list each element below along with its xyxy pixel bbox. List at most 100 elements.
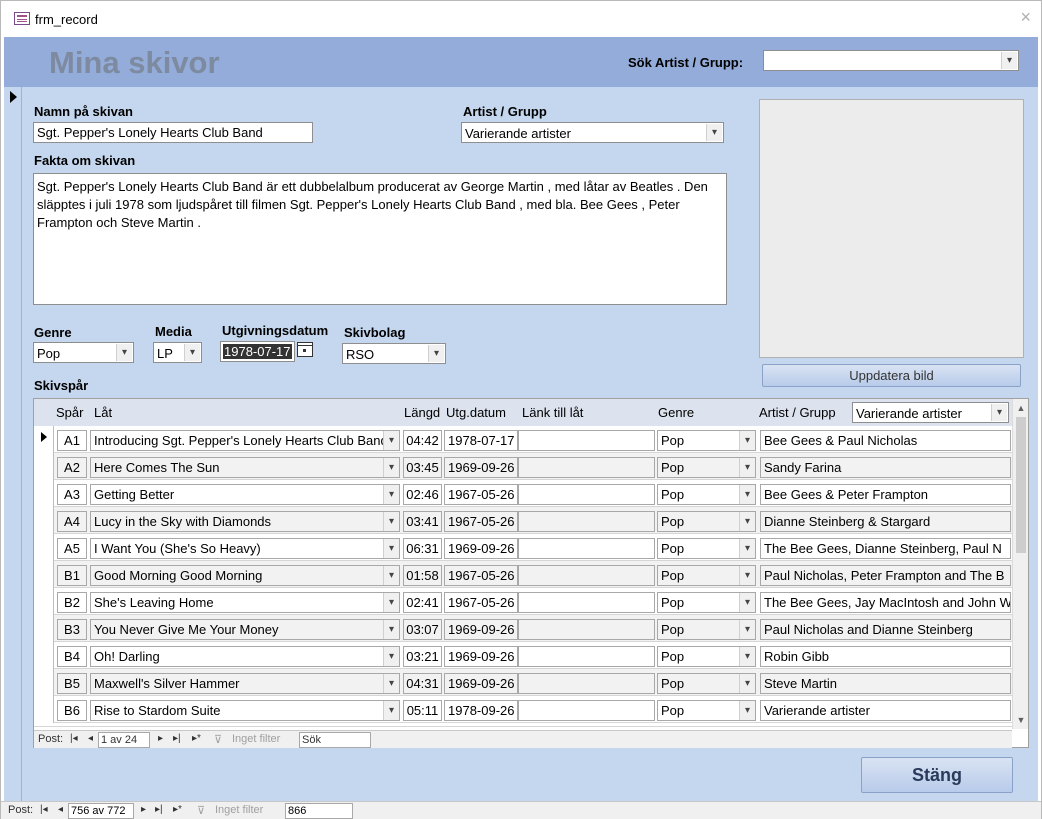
song-link-cell[interactable] xyxy=(518,565,655,586)
mainnav-position[interactable]: 756 av 772 xyxy=(68,803,134,819)
subnav-filter-label[interactable]: Inget filter xyxy=(232,733,280,745)
song-title-cell[interactable]: Maxwell's Silver Hammer ▾ xyxy=(90,673,400,694)
track-number-cell[interactable]: B6 xyxy=(57,700,87,721)
track-number-cell[interactable]: B2 xyxy=(57,592,87,613)
song-title-cell[interactable]: Rise to Stardom Suite ▾ xyxy=(90,700,400,721)
row-selector[interactable] xyxy=(34,642,54,669)
song-release-date-cell[interactable]: 1969-09-26 xyxy=(444,538,518,559)
song-length-cell[interactable]: 04:31 xyxy=(403,673,442,694)
mainnav-search-field[interactable]: 866 xyxy=(285,803,353,819)
record-label-combo[interactable]: RSO ▾ xyxy=(342,343,446,364)
row-selector[interactable] xyxy=(34,696,54,723)
song-link-cell[interactable] xyxy=(518,619,655,640)
chevron-down-icon[interactable]: ▾ xyxy=(1001,52,1017,69)
song-link-cell[interactable] xyxy=(518,538,655,559)
filter-icon[interactable]: ⊽ xyxy=(214,733,222,746)
prev-record-icon[interactable]: ◂ xyxy=(58,804,63,815)
song-genre-cell[interactable]: Pop ▾ xyxy=(657,619,756,640)
first-record-icon[interactable]: |◂ xyxy=(40,804,48,815)
song-artist-cell[interactable]: The Bee Gees, Jay MacIntosh and John W xyxy=(760,592,1011,613)
calendar-icon[interactable] xyxy=(297,342,313,357)
chevron-down-icon[interactable]: ▾ xyxy=(739,485,755,504)
next-record-icon[interactable]: ▸ xyxy=(158,733,163,744)
song-link-cell[interactable] xyxy=(518,592,655,613)
song-release-date-cell[interactable]: 1967-05-26 xyxy=(444,511,518,532)
song-artist-cell[interactable]: Sandy Farina xyxy=(760,457,1011,478)
chevron-down-icon[interactable]: ▾ xyxy=(739,593,755,612)
chevron-down-icon[interactable]: ▾ xyxy=(383,485,399,504)
table-row[interactable]: B2 She's Leaving Home ▾ 02:41 1967-05-26 Pop ▾… xyxy=(34,588,1012,615)
track-number-cell[interactable]: A4 xyxy=(57,511,87,532)
song-release-date-cell[interactable]: 1969-09-26 xyxy=(444,673,518,694)
chevron-down-icon[interactable]: ▾ xyxy=(383,674,399,693)
song-release-date-cell[interactable]: 1978-09-26 xyxy=(444,700,518,721)
table-row[interactable]: A3 Getting Better ▾ 02:46 1967-05-26 Pop ▾ Bee … xyxy=(34,480,1012,507)
next-record-icon[interactable]: ▸ xyxy=(141,804,146,815)
last-record-icon[interactable]: ▸| xyxy=(173,733,181,744)
song-genre-cell[interactable]: Pop ▾ xyxy=(657,457,756,478)
search-artist-combo[interactable]: ▾ xyxy=(763,50,1019,71)
song-release-date-cell[interactable]: 1969-09-26 xyxy=(444,646,518,667)
subnav-position[interactable]: 1 av 24 xyxy=(98,732,150,748)
song-release-date-cell[interactable]: 1967-05-26 xyxy=(444,484,518,505)
song-title-cell[interactable]: You Never Give Me Your Money ▾ xyxy=(90,619,400,640)
table-row[interactable]: B5 Maxwell's Silver Hammer ▾ 04:31 1969-09-2… xyxy=(34,669,1012,696)
release-date-field[interactable]: 1978-07-17 xyxy=(220,341,295,362)
new-record-icon[interactable]: ▸* xyxy=(192,733,201,744)
song-title-cell[interactable]: Getting Better ▾ xyxy=(90,484,400,505)
song-length-cell[interactable]: 03:07 xyxy=(403,619,442,640)
track-number-cell[interactable]: A1 xyxy=(57,430,87,451)
song-title-cell[interactable]: I Want You (She's So Heavy) ▾ xyxy=(90,538,400,559)
song-link-cell[interactable] xyxy=(518,457,655,478)
song-release-date-cell[interactable]: 1967-05-26 xyxy=(444,592,518,613)
song-length-cell[interactable]: 06:31 xyxy=(403,538,442,559)
song-length-cell[interactable]: 03:21 xyxy=(403,646,442,667)
genre-combo[interactable]: Pop ▾ xyxy=(33,342,134,363)
row-selector[interactable] xyxy=(34,669,54,696)
row-selector[interactable] xyxy=(34,507,54,534)
song-link-cell[interactable] xyxy=(518,511,655,532)
song-length-cell[interactable]: 03:41 xyxy=(403,511,442,532)
close-button[interactable]: Stäng xyxy=(861,757,1013,793)
song-length-cell[interactable]: 02:41 xyxy=(403,592,442,613)
chevron-down-icon[interactable]: ▾ xyxy=(739,566,755,585)
scroll-down-icon[interactable]: ▼ xyxy=(1015,714,1027,726)
track-number-cell[interactable]: A2 xyxy=(57,457,87,478)
artist-filter-combo[interactable]: Varierande artister ▾ xyxy=(852,402,1009,423)
row-selector[interactable] xyxy=(34,561,54,588)
song-genre-cell[interactable]: Pop ▾ xyxy=(657,430,756,451)
song-title-cell[interactable]: Here Comes The Sun ▾ xyxy=(90,457,400,478)
artist-combo[interactable]: Varierande artister ▾ xyxy=(461,122,724,143)
song-genre-cell[interactable]: Pop ▾ xyxy=(657,565,756,586)
song-genre-cell[interactable]: Pop ▾ xyxy=(657,646,756,667)
row-selector[interactable] xyxy=(34,426,54,453)
track-number-cell[interactable]: A5 xyxy=(57,538,87,559)
song-release-date-cell[interactable]: 1969-09-26 xyxy=(444,457,518,478)
song-link-cell[interactable] xyxy=(518,430,655,451)
chevron-down-icon[interactable]: ▾ xyxy=(116,344,132,361)
table-row[interactable]: A1 Introducing Sgt. Pepper's Lonely Heart… xyxy=(34,426,1012,453)
song-title-cell[interactable]: Good Morning Good Morning ▾ xyxy=(90,565,400,586)
song-artist-cell[interactable]: Varierande artister xyxy=(760,700,1011,721)
row-selector[interactable] xyxy=(34,615,54,642)
song-artist-cell[interactable]: Dianne Steinberg & Stargard xyxy=(760,511,1011,532)
song-title-cell[interactable]: She's Leaving Home ▾ xyxy=(90,592,400,613)
table-row[interactable]: A4 Lucy in the Sky with Diamonds ▾ 03:41 196… xyxy=(34,507,1012,534)
track-number-cell[interactable]: B4 xyxy=(57,646,87,667)
song-artist-cell[interactable]: Bee Gees & Paul Nicholas xyxy=(760,430,1011,451)
album-name-field[interactable]: Sgt. Pepper's Lonely Hearts Club Band xyxy=(33,122,313,143)
chevron-down-icon[interactable]: ▾ xyxy=(706,124,722,141)
media-combo[interactable]: LP ▾ xyxy=(153,342,202,363)
chevron-down-icon[interactable]: ▾ xyxy=(739,458,755,477)
table-row[interactable]: B4 Oh! Darling ▾ 03:21 1969-09-26 Pop ▾ Robin G… xyxy=(34,642,1012,669)
close-icon[interactable]: × xyxy=(1020,7,1031,28)
song-artist-cell[interactable]: Robin Gibb xyxy=(760,646,1011,667)
table-row[interactable]: B1 Good Morning Good Morning ▾ 01:58 1967-05… xyxy=(34,561,1012,588)
song-link-cell[interactable] xyxy=(518,673,655,694)
chevron-down-icon[interactable]: ▾ xyxy=(383,431,399,450)
chevron-down-icon[interactable]: ▾ xyxy=(383,701,399,720)
song-length-cell[interactable]: 03:45 xyxy=(403,457,442,478)
chevron-down-icon[interactable]: ▾ xyxy=(383,620,399,639)
track-number-cell[interactable]: B1 xyxy=(57,565,87,586)
scroll-up-icon[interactable]: ▲ xyxy=(1015,402,1027,414)
